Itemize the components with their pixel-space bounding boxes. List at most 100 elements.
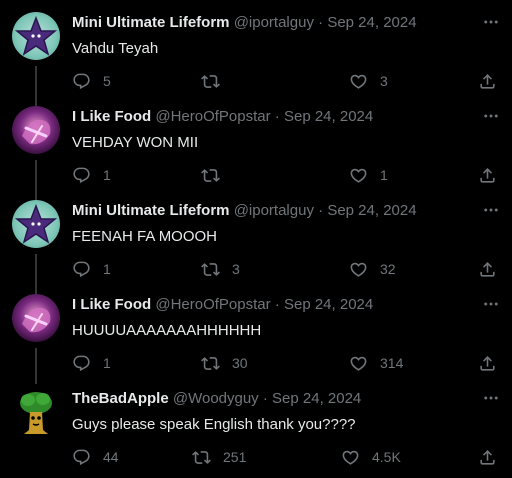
separator: · bbox=[318, 202, 324, 219]
retweet-button[interactable] bbox=[201, 165, 232, 185]
retweet-icon bbox=[201, 166, 220, 185]
tweet[interactable]: TheBadApple @Woodyguy · Sep 24, 2024 Guy… bbox=[0, 376, 512, 470]
share-icon bbox=[478, 72, 497, 91]
reply-count: 44 bbox=[103, 449, 119, 465]
tweet-actions: 5 3 bbox=[72, 71, 498, 91]
like-button[interactable]: 4.5K bbox=[341, 447, 401, 467]
tweet-text: FEENAH FA MOOOH bbox=[72, 228, 218, 245]
avatar[interactable] bbox=[12, 388, 60, 436]
retweet-button[interactable] bbox=[201, 71, 232, 91]
timestamp[interactable]: Sep 24, 2024 bbox=[327, 14, 416, 31]
tweet[interactable]: Mini Ultimate Lifeform @iportalguy · Sep… bbox=[0, 188, 512, 282]
like-count: 1 bbox=[380, 167, 388, 183]
handle[interactable]: @HeroOfPopstar bbox=[155, 296, 270, 313]
avatar[interactable] bbox=[12, 12, 60, 60]
reply-count: 1 bbox=[103, 355, 111, 371]
share-button[interactable] bbox=[478, 447, 497, 467]
share-icon bbox=[478, 354, 497, 373]
display-name[interactable]: Mini Ultimate Lifeform bbox=[72, 14, 230, 31]
retweet-icon bbox=[201, 72, 220, 91]
more-icon[interactable] bbox=[482, 201, 500, 219]
more-icon[interactable] bbox=[482, 389, 500, 407]
tweet-text: Vahdu Teyah bbox=[72, 40, 159, 57]
tweet-text: Guys please speak English thank you???? bbox=[72, 416, 356, 433]
display-name[interactable]: TheBadApple bbox=[72, 390, 169, 407]
share-icon bbox=[478, 448, 497, 467]
like-count: 3 bbox=[380, 73, 388, 89]
handle[interactable]: @HeroOfPopstar bbox=[155, 108, 270, 125]
retweet-icon bbox=[201, 260, 220, 279]
retweet-count: 251 bbox=[223, 449, 247, 465]
timestamp[interactable]: Sep 24, 2024 bbox=[284, 108, 373, 125]
reply-icon bbox=[72, 72, 91, 91]
handle[interactable]: @Woodyguy bbox=[173, 390, 259, 407]
reply-button[interactable]: 1 bbox=[72, 165, 111, 185]
tweet-header: I Like Food @HeroOfPopstar · Sep 24, 202… bbox=[72, 295, 472, 315]
reply-count: 1 bbox=[103, 167, 111, 183]
like-button[interactable]: 3 bbox=[349, 71, 388, 91]
reply-button[interactable]: 5 bbox=[72, 71, 111, 91]
more-icon[interactable] bbox=[482, 13, 500, 31]
retweet-button[interactable]: 30 bbox=[201, 353, 248, 373]
tweet-text: VEHDAY WON MII bbox=[72, 134, 199, 151]
tweet-header: I Like Food @HeroOfPopstar · Sep 24, 202… bbox=[72, 107, 472, 127]
tweet-header: Mini Ultimate Lifeform @iportalguy · Sep… bbox=[72, 13, 472, 33]
timestamp[interactable]: Sep 24, 2024 bbox=[272, 390, 361, 407]
like-button[interactable]: 32 bbox=[349, 259, 396, 279]
display-name[interactable]: I Like Food bbox=[72, 108, 151, 125]
share-button[interactable] bbox=[478, 165, 497, 185]
heart-icon bbox=[349, 354, 368, 373]
like-button[interactable]: 1 bbox=[349, 165, 388, 185]
share-button[interactable] bbox=[478, 353, 497, 373]
separator: · bbox=[274, 108, 280, 125]
more-icon[interactable] bbox=[482, 295, 500, 313]
share-button[interactable] bbox=[478, 259, 497, 279]
separator: · bbox=[262, 390, 268, 407]
tweet-actions: 1 30 314 bbox=[72, 353, 498, 373]
handle[interactable]: @iportalguy bbox=[234, 14, 314, 31]
share-button[interactable] bbox=[478, 71, 497, 91]
like-count: 4.5K bbox=[372, 449, 401, 465]
like-count: 314 bbox=[380, 355, 404, 371]
avatar[interactable] bbox=[12, 294, 60, 342]
reply-button[interactable]: 1 bbox=[72, 353, 111, 373]
tweet-actions: 44 251 4.5K bbox=[72, 447, 498, 467]
retweet-icon bbox=[201, 354, 220, 373]
reply-icon bbox=[72, 448, 91, 467]
tweet[interactable]: Mini Ultimate Lifeform @iportalguy · Sep… bbox=[0, 0, 512, 94]
like-count: 32 bbox=[380, 261, 396, 277]
tweet-header: Mini Ultimate Lifeform @iportalguy · Sep… bbox=[72, 201, 472, 221]
avatar[interactable] bbox=[12, 106, 60, 154]
retweet-count: 3 bbox=[232, 261, 240, 277]
more-icon[interactable] bbox=[482, 107, 500, 125]
purple-star-avatar-icon bbox=[12, 12, 60, 60]
purple-star-avatar-icon bbox=[12, 200, 60, 248]
reply-icon bbox=[72, 260, 91, 279]
like-button[interactable]: 314 bbox=[349, 353, 403, 373]
reply-button[interactable]: 1 bbox=[72, 259, 111, 279]
tree-avatar-icon bbox=[12, 388, 60, 436]
tweet[interactable]: I Like Food @HeroOfPopstar · Sep 24, 202… bbox=[0, 94, 512, 188]
share-icon bbox=[478, 166, 497, 185]
heart-icon bbox=[349, 260, 368, 279]
timestamp[interactable]: Sep 24, 2024 bbox=[284, 296, 373, 313]
timestamp[interactable]: Sep 24, 2024 bbox=[327, 202, 416, 219]
separator: · bbox=[274, 296, 280, 313]
retweet-button[interactable]: 3 bbox=[201, 259, 240, 279]
heart-icon bbox=[349, 72, 368, 91]
tweet-header: TheBadApple @Woodyguy · Sep 24, 2024 bbox=[72, 389, 472, 409]
tweet-actions: 1 3 32 bbox=[72, 259, 498, 279]
display-name[interactable]: Mini Ultimate Lifeform bbox=[72, 202, 230, 219]
share-icon bbox=[478, 260, 497, 279]
display-name[interactable]: I Like Food bbox=[72, 296, 151, 313]
handle[interactable]: @iportalguy bbox=[234, 202, 314, 219]
avatar[interactable] bbox=[12, 200, 60, 248]
retweet-count: 30 bbox=[232, 355, 248, 371]
pink-creature-avatar-icon bbox=[12, 294, 60, 342]
reply-count: 1 bbox=[103, 261, 111, 277]
retweet-icon bbox=[192, 448, 211, 467]
retweet-button[interactable]: 251 bbox=[192, 447, 246, 467]
reply-button[interactable]: 44 bbox=[72, 447, 119, 467]
heart-icon bbox=[341, 448, 360, 467]
tweet[interactable]: I Like Food @HeroOfPopstar · Sep 24, 202… bbox=[0, 282, 512, 376]
